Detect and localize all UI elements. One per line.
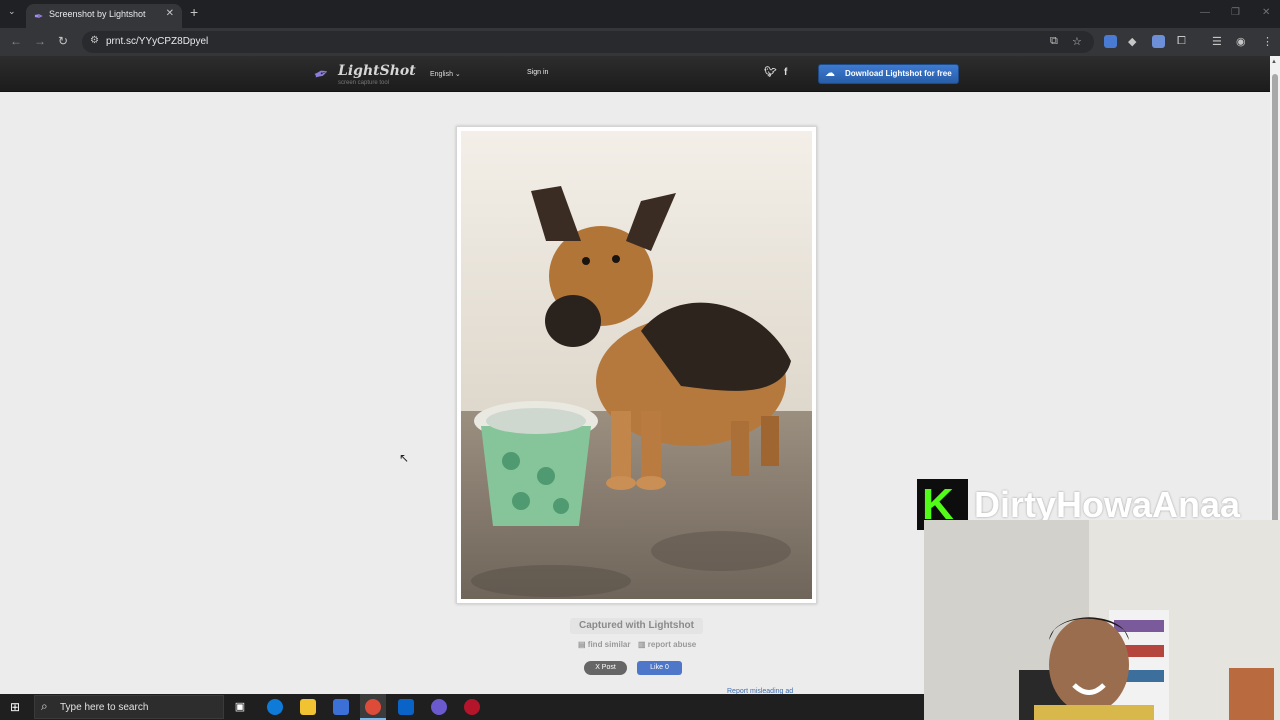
find-similar-label: find similar <box>587 640 631 649</box>
twitter-icon[interactable]: 🐦︎ <box>764 67 777 78</box>
search-icon: ⌕ <box>41 699 48 713</box>
taskbar-search[interactable]: ⌕ Type here to search <box>34 695 224 719</box>
tab-title: Screenshot by Lightshot <box>49 9 146 19</box>
address-bar[interactable]: ⚙ prnt.sc/YYyCPZ8Dpyel <box>82 31 1094 53</box>
tab-close-icon[interactable]: ✕ <box>166 8 174 19</box>
restore-icon[interactable]: ❐ <box>1231 7 1240 18</box>
language-select[interactable]: English ⌄ <box>430 70 461 78</box>
profile-icon[interactable]: ◉ <box>1236 35 1246 48</box>
site-header: ✒ LightShot screen capture tool English … <box>0 56 1270 92</box>
site-info-icon[interactable]: ⚙ <box>90 35 99 46</box>
bookmark-star-icon[interactable]: ☆ <box>1072 35 1082 48</box>
logo-tagline: screen capture tool <box>338 80 390 86</box>
chevron-down-icon: ⌄ <box>454 71 461 78</box>
image-search-icon: ▤ <box>578 640 586 649</box>
store-icon[interactable] <box>333 699 349 715</box>
screenshot-frame <box>456 126 817 604</box>
edge-icon[interactable] <box>267 699 283 715</box>
facebook-like-button[interactable]: Like 0 <box>637 661 682 675</box>
install-app-icon[interactable]: ⧉ <box>1050 35 1058 48</box>
download-button[interactable]: ☁ Download Lightshot for free <box>818 64 959 84</box>
reading-list-icon[interactable]: ☰ <box>1212 35 1222 48</box>
translate-extension-icon[interactable] <box>1104 35 1117 48</box>
captured-with-lightshot: Captured with Lightshot <box>570 618 703 634</box>
extensions-puzzle-icon[interactable]: ⧠ <box>1177 35 1186 48</box>
webcam-overlay <box>924 520 1280 720</box>
app-icon[interactable] <box>464 699 480 715</box>
report-abuse-link[interactable]: ▥ report abuse <box>638 640 696 649</box>
language-label: English <box>430 71 453 78</box>
tab-search-chevron-icon[interactable]: ⌄ <box>8 6 16 17</box>
file-explorer-icon[interactable] <box>300 699 316 715</box>
minimize-icon[interactable]: — <box>1200 7 1210 18</box>
site-logo[interactable]: LightShot <box>338 63 416 79</box>
reload-icon[interactable]: ↻ <box>58 34 68 48</box>
cloud-download-icon: ☁ <box>825 68 835 79</box>
browser-tab-strip: ⌄ ✒ Screenshot by Lightshot ✕ + — ❐ ✕ <box>0 0 1280 28</box>
browser-toolbar: ← → ↻ ⚙ prnt.sc/YYyCPZ8Dpyel ⧉ ☆ ◆ ⧠ ☰ ◉… <box>0 28 1280 56</box>
find-similar-link[interactable]: ▤ find similar <box>578 640 630 649</box>
windows-taskbar: ⊞ ⌕ Type here to search ▣ <box>0 694 924 720</box>
forward-icon[interactable]: → <box>34 34 46 48</box>
browser-tab[interactable]: ✒ Screenshot by Lightshot ✕ <box>26 4 182 28</box>
feather-logo-icon: ✒ <box>310 62 332 87</box>
sign-in-link[interactable]: Sign in <box>527 69 548 76</box>
download-button-label: Download Lightshot for free <box>845 69 952 78</box>
messenger-icon[interactable] <box>431 699 447 715</box>
outlook-icon[interactable] <box>398 699 414 715</box>
address-url[interactable]: prnt.sc/YYyCPZ8Dpyel <box>106 36 208 47</box>
report-abuse-label: report abuse <box>647 640 697 649</box>
search-placeholder: Type here to search <box>60 702 149 713</box>
extension-icon[interactable] <box>1152 35 1165 48</box>
chrome-taskbar-button[interactable] <box>360 694 386 720</box>
back-icon[interactable]: ← <box>10 34 22 48</box>
scroll-up-icon[interactable]: ▲ <box>1271 59 1277 65</box>
diamond-extension-icon[interactable]: ◆ <box>1128 35 1136 48</box>
facebook-icon[interactable]: f <box>784 67 787 78</box>
lightshot-favicon-icon: ✒ <box>34 11 44 23</box>
flag-icon: ▥ <box>638 640 646 649</box>
task-view-icon[interactable]: ▣ <box>232 699 248 715</box>
x-post-button[interactable]: X Post <box>584 661 627 675</box>
browser-menu-icon[interactable]: ⋮ <box>1262 35 1273 48</box>
new-tab-button[interactable]: + <box>190 4 198 20</box>
dog-photo[interactable] <box>461 131 812 599</box>
windows-start-icon[interactable]: ⊞ <box>10 700 20 714</box>
chrome-icon <box>365 699 381 715</box>
mouse-cursor-icon: ↖ <box>399 451 410 465</box>
window-close-icon[interactable]: ✕ <box>1262 7 1270 18</box>
